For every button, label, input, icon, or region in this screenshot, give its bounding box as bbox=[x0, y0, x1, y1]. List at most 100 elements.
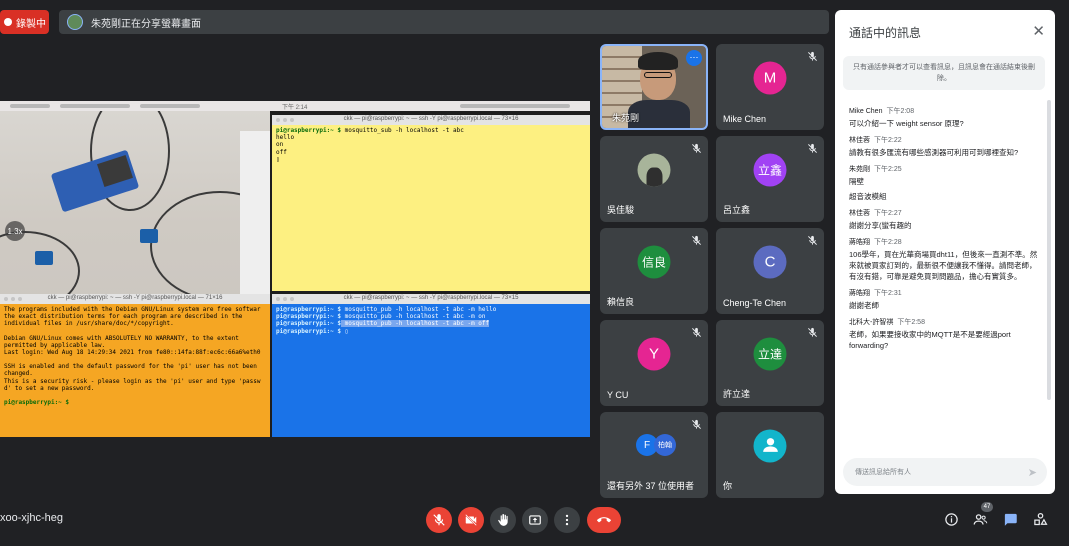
more-options-button[interactable] bbox=[554, 507, 580, 533]
participant-name: 許立達 bbox=[723, 389, 751, 399]
terminal-line: d' to set a new password. bbox=[4, 384, 95, 392]
terminal-line: ▯ bbox=[276, 156, 586, 163]
terminal-login[interactable]: ckk — pi@raspberrypi: ~ — ssh -Y pi@rasp… bbox=[0, 294, 270, 437]
terminal-command: mosquitto_pub -h localhost -t abc -m on bbox=[341, 313, 486, 321]
chat-message-meta: 蔣皓翔 下午2:31 bbox=[849, 288, 1039, 298]
participant-tile[interactable]: 吳佳駿 bbox=[600, 136, 708, 222]
camera-off-button[interactable] bbox=[458, 507, 484, 533]
terminal-line: pi@raspberrypi:~ $ ▯ bbox=[276, 328, 586, 335]
terminal-command: ▯ bbox=[341, 327, 349, 335]
participant-tile[interactable]: C Cheng-Te Chen bbox=[716, 228, 824, 314]
recording-dot-icon bbox=[4, 18, 12, 26]
chat-notice: 只有通話參與者才可以查看訊息，且訊息會在通話結束後刪除。 bbox=[843, 56, 1045, 90]
terminal-line: The programs included with the Debian GN… bbox=[4, 306, 261, 313]
chat-timestamp: 下午2:58 bbox=[897, 319, 925, 326]
meeting-code: xoo-xjhc-heg bbox=[0, 512, 63, 524]
mic-off-icon bbox=[690, 419, 702, 431]
participant-name: 賴信良 bbox=[607, 297, 635, 307]
chat-timestamp: 下午2:22 bbox=[874, 137, 902, 144]
chat-timestamp: 下午2:28 bbox=[874, 239, 902, 246]
terminal-prompt: pi@raspberrypi:~ $ bbox=[276, 327, 342, 335]
terminal-publisher[interactable]: ckk — pi@raspberrypi: ~ — ssh -Y pi@rasp… bbox=[272, 294, 590, 437]
camera-off-icon bbox=[465, 514, 477, 526]
activities-icon bbox=[1033, 512, 1048, 525]
terminal-line: individual files in /usr/share/doc/*/cop… bbox=[4, 320, 174, 328]
chat-message: 蔣皓翔 下午2:31 謝謝老師 bbox=[849, 288, 1039, 311]
participant-tile[interactable]: M Mike Chen bbox=[716, 44, 824, 130]
present-screen-button[interactable] bbox=[522, 507, 548, 533]
activities-button[interactable] bbox=[1031, 510, 1049, 528]
terminal-command: mosquitto_sub -h localhost -t abc bbox=[341, 127, 464, 134]
mic-off-icon bbox=[806, 327, 818, 339]
terminal-subscriber[interactable]: ckk — pi@raspberrypi: ~ — ssh -Y pi@rasp… bbox=[272, 115, 590, 291]
chat-message: 林佳蓉 下午2:27 謝謝分享(蠻有趣的 bbox=[849, 208, 1039, 231]
chat-title: 通話中的訊息 bbox=[849, 26, 922, 40]
terminal-prompt: pi@raspberrypi:~ $ bbox=[276, 320, 342, 328]
leave-call-button[interactable] bbox=[587, 507, 621, 533]
terminal-line: permitted by applicable law. bbox=[4, 341, 106, 349]
participant-name: Mike Chen bbox=[723, 114, 767, 124]
participant-tile[interactable]: 立達 許立達 bbox=[716, 320, 824, 406]
avatar bbox=[637, 153, 671, 187]
participant-tile[interactable]: 立鑫 呂立鑫 bbox=[716, 136, 824, 222]
chat-icon bbox=[1004, 513, 1017, 526]
chat-scrollbar[interactable] bbox=[1047, 100, 1051, 400]
terminal-titlebar[interactable]: ckk — pi@raspberrypi: ~ — ssh -Y pi@rasp… bbox=[0, 294, 270, 304]
terminal-line: This is a security risk - please login a… bbox=[4, 377, 261, 385]
chat-sender: 林佳蓉 bbox=[849, 210, 870, 217]
chat-messages: Mike Chen 下午2:08 可以介紹一下 weight sensor 原理? 林… bbox=[849, 106, 1039, 357]
participant-tile[interactable]: 你 bbox=[716, 412, 824, 498]
more-options-icon[interactable]: ⋯ bbox=[686, 50, 702, 66]
chat-button[interactable] bbox=[1001, 510, 1019, 528]
participant-tile[interactable]: ⋯ 朱苑剛 bbox=[600, 44, 708, 130]
person-icon bbox=[759, 433, 781, 459]
chat-message: 朱苑剛 下午2:25 隔壁 超音波模組 bbox=[849, 164, 1039, 202]
presenter-avatar bbox=[67, 14, 83, 30]
terminal-line: on bbox=[276, 141, 586, 148]
terminal-command: on bbox=[276, 141, 284, 149]
people-icon bbox=[973, 513, 987, 525]
avatar: 柏翰 bbox=[654, 434, 676, 456]
chat-message: 林佳蓉 下午2:22 請教有很多匯流有哪些感測器可利用可到哪裡查知? bbox=[849, 135, 1039, 158]
send-icon[interactable]: ➤ bbox=[1028, 466, 1037, 479]
chat-text: 謝謝老師 bbox=[849, 301, 879, 310]
participant-tile[interactable]: F 柏翰 還有另外 37 位使用者 bbox=[600, 412, 708, 498]
mic-off-icon bbox=[433, 514, 445, 526]
chat-message: Mike Chen 下午2:08 可以介紹一下 weight sensor 原理? bbox=[849, 106, 1039, 129]
terminal-prompt: pi@raspberrypi:~ $ bbox=[276, 306, 342, 313]
close-icon[interactable]: ✕ bbox=[1032, 22, 1045, 40]
terminal-line: changed. bbox=[4, 370, 33, 378]
terminal-prompt: pi@raspberrypi:~ $ bbox=[4, 399, 70, 407]
chat-message: 蔣皓翔 下午2:28 106學年，買在光華商場買dht11，但後來一直測不準。然來就… bbox=[849, 237, 1039, 282]
presenting-banner: 朱苑剛正在分享螢幕畫面 bbox=[59, 10, 829, 34]
participant-name: Y CU bbox=[607, 390, 629, 400]
terminal-line: pi@raspberrypi:~ $ mosquitto_sub -h loca… bbox=[276, 127, 586, 134]
terminal-line: Last login: Wed Aug 18 14:29:34 2021 fro… bbox=[4, 349, 261, 357]
terminal-line: off bbox=[276, 149, 586, 156]
mic-off-icon bbox=[806, 235, 818, 247]
participant-name: 你 bbox=[723, 481, 733, 491]
chat-message-meta: 朱苑剛 下午2:25 bbox=[849, 164, 1039, 174]
terminal-command: ▯ bbox=[276, 155, 280, 163]
terminal-title: ckk — pi@raspberrypi: ~ — ssh -Y pi@rasp… bbox=[47, 295, 223, 302]
present-icon bbox=[529, 515, 541, 525]
avatar: C bbox=[753, 245, 787, 279]
terminal-title: ckk — pi@raspberrypi: ~ — ssh -Y pi@rasp… bbox=[343, 116, 519, 123]
participant-tile[interactable]: Y Y CU bbox=[600, 320, 708, 406]
mic-off-button[interactable] bbox=[426, 507, 452, 533]
terminal-command: mosquitto_pub -h localhost -t abc -m off bbox=[341, 320, 490, 328]
zoom-indicator[interactable]: 1.3x bbox=[5, 221, 25, 241]
terminal-titlebar[interactable]: ckk — pi@raspberrypi: ~ — ssh -Y pi@rasp… bbox=[272, 115, 590, 125]
participant-tile[interactable]: 信良 賴信良 bbox=[600, 228, 708, 314]
terminal-line: the exact distribution terms for each pr… bbox=[4, 313, 243, 321]
meeting-info-button[interactable] bbox=[942, 510, 960, 528]
people-button[interactable] bbox=[971, 510, 989, 528]
terminal-titlebar[interactable]: ckk — pi@raspberrypi: ~ — ssh -Y pi@rasp… bbox=[272, 294, 590, 304]
chat-input[interactable]: 傳送訊息給所有人 ➤ bbox=[843, 458, 1047, 486]
chat-sender: 蔣皓翔 bbox=[849, 239, 870, 246]
raise-hand-button[interactable] bbox=[490, 507, 516, 533]
participant-name: 吳佳駿 bbox=[607, 205, 635, 215]
mic-off-icon bbox=[690, 235, 702, 247]
